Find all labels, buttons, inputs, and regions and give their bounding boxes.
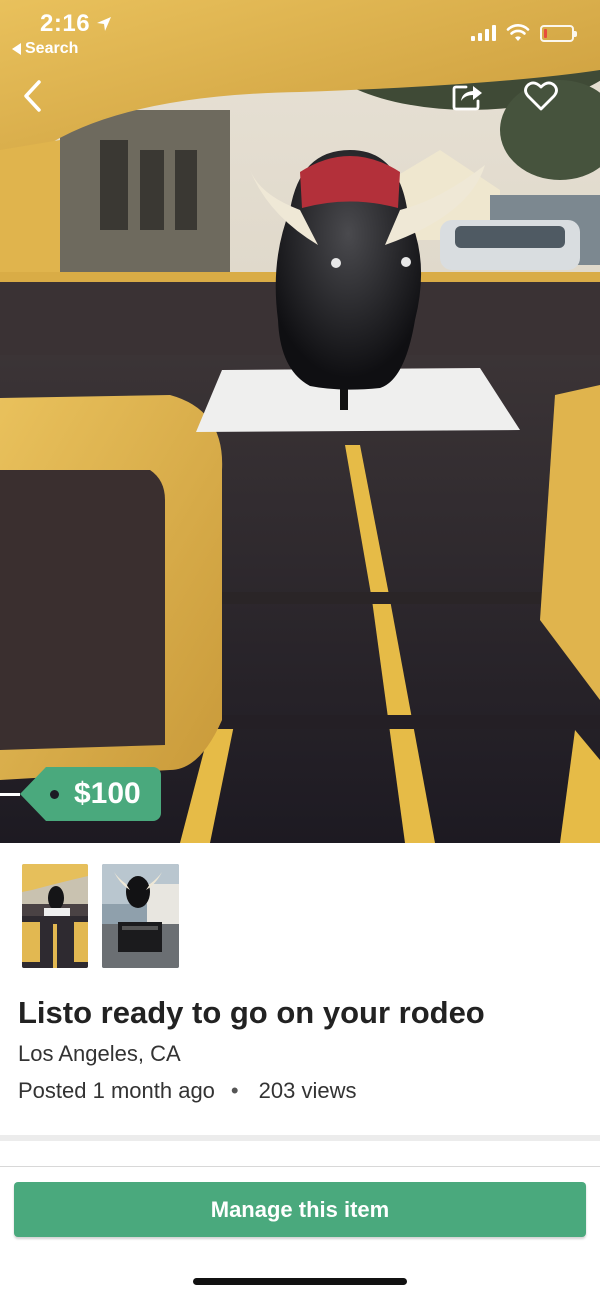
photo-thumbnails xyxy=(22,864,179,968)
posted-time: Posted 1 month ago xyxy=(18,1078,215,1103)
mechanical-bull-photo xyxy=(0,0,600,843)
back-button[interactable] xyxy=(14,76,50,116)
meta-separator: • xyxy=(230,1078,239,1103)
listing-meta: Posted 1 month ago • 203 views xyxy=(18,1078,356,1104)
manage-item-label: Manage this item xyxy=(210,1196,390,1222)
manage-item-button[interactable]: Manage this item xyxy=(14,1182,586,1237)
wifi-icon xyxy=(506,24,530,41)
back-to-search-link[interactable]: Search xyxy=(12,40,78,58)
thumbnail-image xyxy=(102,864,179,968)
status-icons xyxy=(471,24,577,42)
listing-location: Los Angeles, CA xyxy=(18,1041,181,1066)
back-to-app-label: Search xyxy=(25,40,79,57)
status-bar: 2:16 Search xyxy=(0,0,600,64)
favorite-button[interactable] xyxy=(519,74,563,118)
thumbnail-photo-1[interactable] xyxy=(22,864,88,968)
back-triangle-icon xyxy=(12,43,21,55)
home-indicator[interactable] xyxy=(193,1278,407,1285)
listing-photo[interactable]: 2:16 Search $100 xyxy=(0,0,600,843)
price-tag-string xyxy=(0,792,20,796)
share-icon xyxy=(452,85,482,111)
location-arrow-icon xyxy=(97,17,112,31)
chevron-left-icon xyxy=(24,80,41,112)
thumbnail-photo-2[interactable] xyxy=(102,864,179,968)
section-divider xyxy=(0,1135,600,1141)
battery-icon xyxy=(540,24,577,42)
status-time: 2:16 xyxy=(40,10,112,38)
battery-level xyxy=(544,28,547,38)
price-tag-hole xyxy=(50,790,59,799)
heart-icon xyxy=(524,81,558,111)
listing-title: Listo ready to go on your rodeo xyxy=(18,995,485,1030)
price-badge: $100 xyxy=(20,767,161,821)
share-button[interactable] xyxy=(448,76,488,116)
price-text: $100 xyxy=(74,777,141,810)
cellular-signal-icon xyxy=(471,25,496,41)
thumbnail-image xyxy=(22,864,88,968)
bottom-bar-divider xyxy=(0,1166,600,1167)
price-tag: $100 xyxy=(0,767,161,821)
clock-text: 2:16 xyxy=(40,10,91,37)
view-count: 203 views xyxy=(258,1078,357,1103)
